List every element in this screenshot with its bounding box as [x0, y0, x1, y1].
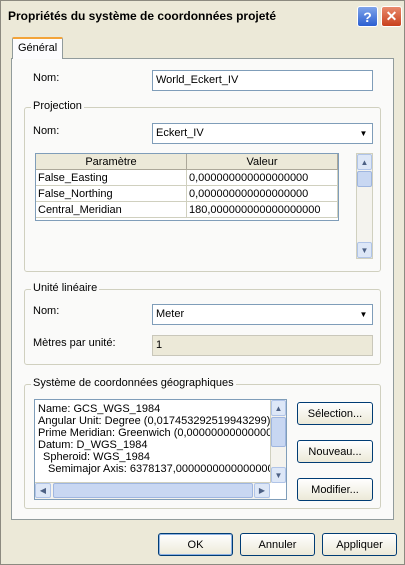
help-icon: ? — [363, 8, 372, 25]
column-header-value[interactable]: Valeur — [187, 154, 338, 170]
projection-select-value: Eckert_IV — [156, 127, 204, 139]
linear-unit-legend: Unité linéaire — [31, 282, 100, 294]
tab-panel-general: Nom: World_Eckert_IV Projection Nom: Eck… — [11, 58, 394, 520]
meters-per-unit-field: 1 — [152, 335, 373, 356]
linear-unit-group: Unité linéaire Nom: Meter ▼ Mètres par u… — [24, 282, 381, 365]
gcs-prime-meridian-line: Prime Meridian: Greenwich (0,00000000000… — [38, 427, 287, 439]
column-header-parameter[interactable]: Paramètre — [36, 154, 187, 170]
geographic-cs-legend: Système de coordonnées géographiques — [31, 377, 236, 389]
gcs-spheroid-line: Spheroid: WGS_1984 — [43, 451, 151, 463]
table-cell-parameter: False_Northing — [36, 186, 187, 202]
projection-select[interactable]: Eckert_IV ▼ — [152, 123, 373, 144]
ok-button[interactable]: OK — [158, 533, 233, 556]
tab-general[interactable]: Général — [12, 37, 63, 59]
geographic-cs-details[interactable]: Name: GCS_WGS_1984 Angular Unit: Degree … — [34, 399, 287, 500]
name-label: Nom: — [33, 72, 60, 84]
unit-select-value: Meter — [156, 308, 185, 320]
gcs-angular-unit-line: Angular Unit: Degree (0,0174532925199432… — [38, 415, 271, 427]
parameters-vertical-scrollbar[interactable]: ▲ ▼ — [356, 153, 373, 259]
apply-button[interactable]: Appliquer — [322, 533, 397, 556]
chevron-down-icon[interactable]: ▼ — [356, 306, 371, 323]
scroll-thumb[interactable] — [53, 483, 253, 498]
parameters-table: Paramètre Valeur False_Easting 0,0000000… — [35, 153, 339, 221]
name-input[interactable]: World_Eckert_IV — [152, 70, 373, 91]
meters-per-unit-label: Mètres par unité: — [33, 337, 116, 349]
projection-legend: Projection — [31, 100, 84, 112]
details-horizontal-scrollbar[interactable]: ◀ ▶ — [35, 482, 270, 499]
chevron-down-icon[interactable]: ▼ — [356, 125, 371, 142]
table-row: False_Northing 0,000000000000000000 — [36, 186, 338, 202]
gcs-name-line: Name: GCS_WGS_1984 — [38, 403, 161, 415]
cancel-button[interactable]: Annuler — [240, 533, 315, 556]
gcs-datum-line: Datum: D_WGS_1984 — [38, 439, 148, 451]
scroll-right-icon[interactable]: ▶ — [254, 483, 270, 498]
scroll-up-icon[interactable]: ▲ — [357, 154, 372, 170]
table-cell-value[interactable]: 180,000000000000000000 — [187, 202, 338, 218]
projection-name-label: Nom: — [33, 125, 60, 137]
select-gcs-button[interactable]: Sélection... — [297, 402, 373, 425]
table-cell-value[interactable]: 0,000000000000000000 — [187, 186, 338, 202]
scroll-up-icon[interactable]: ▲ — [271, 400, 286, 416]
table-row: Central_Meridian 180,000000000000000000 — [36, 202, 338, 218]
gcs-semimajor-line: Semimajor Axis: 6378137,0000000000000000… — [48, 463, 286, 475]
projection-group: Projection Nom: Eckert_IV ▼ Paramètre Va… — [24, 100, 381, 272]
close-button[interactable]: ✕ — [381, 6, 402, 27]
scroll-down-icon[interactable]: ▼ — [357, 242, 372, 258]
scroll-left-icon[interactable]: ◀ — [35, 483, 51, 498]
table-cell-parameter: Central_Meridian — [36, 202, 187, 218]
scroll-thumb[interactable] — [357, 171, 372, 187]
details-vertical-scrollbar[interactable]: ▲ ▼ — [270, 400, 286, 483]
geographic-cs-group: Système de coordonnées géographiques Nam… — [24, 377, 381, 509]
scroll-down-icon[interactable]: ▼ — [271, 467, 286, 483]
unit-select[interactable]: Meter ▼ — [152, 304, 373, 325]
unit-name-label: Nom: — [33, 305, 60, 317]
window-title: Propriétés du système de coordonnées pro… — [8, 9, 277, 23]
table-row: False_Easting 0,000000000000000000 — [36, 170, 338, 186]
scroll-thumb[interactable] — [271, 417, 286, 447]
modify-gcs-button[interactable]: Modifier... — [297, 478, 373, 501]
table-cell-parameter: False_Easting — [36, 170, 187, 186]
close-icon: ✕ — [385, 8, 398, 24]
dialog-window: Propriétés du système de coordonnées pro… — [0, 0, 405, 565]
table-cell-value[interactable]: 0,000000000000000000 — [187, 170, 338, 186]
help-button[interactable]: ? — [357, 6, 378, 27]
table-header-row: Paramètre Valeur — [36, 154, 338, 170]
new-gcs-button[interactable]: Nouveau... — [297, 440, 373, 463]
